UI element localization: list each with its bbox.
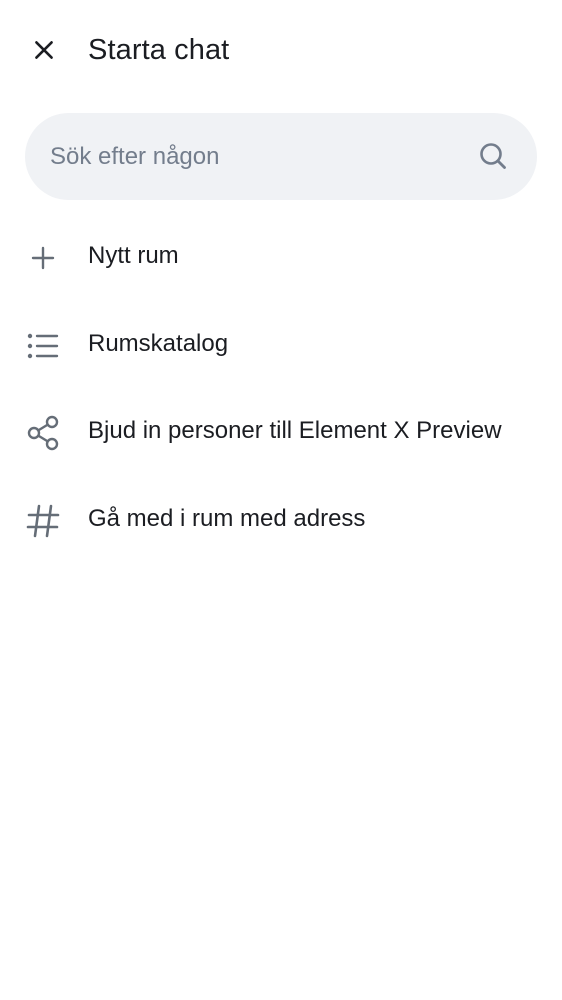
close-icon <box>35 41 53 59</box>
search-input[interactable] <box>50 113 470 200</box>
search-bar[interactable] <box>25 113 537 200</box>
page-title: Starta chat <box>88 34 230 66</box>
share-icon <box>24 414 62 452</box>
list-icon <box>24 327 62 365</box>
start-chat-options: Nytt rum Rumskatalog Bjud in personer ti… <box>0 212 562 562</box>
search-icon <box>480 143 506 169</box>
close-button[interactable] <box>20 26 68 74</box>
menu-item-invite-people[interactable]: Bjud in personer till Element X Preview <box>0 387 562 475</box>
plus-icon <box>24 239 62 277</box>
menu-item-label: Bjud in personer till Element X Preview <box>88 417 502 444</box>
top-app-bar: Starta chat <box>0 0 562 100</box>
menu-item-label: Rumskatalog <box>88 329 229 357</box>
hash-icon <box>24 502 62 540</box>
menu-item-new-room[interactable]: Nytt rum <box>0 212 562 300</box>
menu-item-label: Nytt rum <box>88 242 179 269</box>
menu-item-label: Gå med i rum med adress <box>88 504 366 532</box>
menu-item-join-room-by-address[interactable]: Gå med i rum med adress <box>0 475 562 563</box>
menu-item-room-directory[interactable]: Rumskatalog <box>0 300 562 388</box>
